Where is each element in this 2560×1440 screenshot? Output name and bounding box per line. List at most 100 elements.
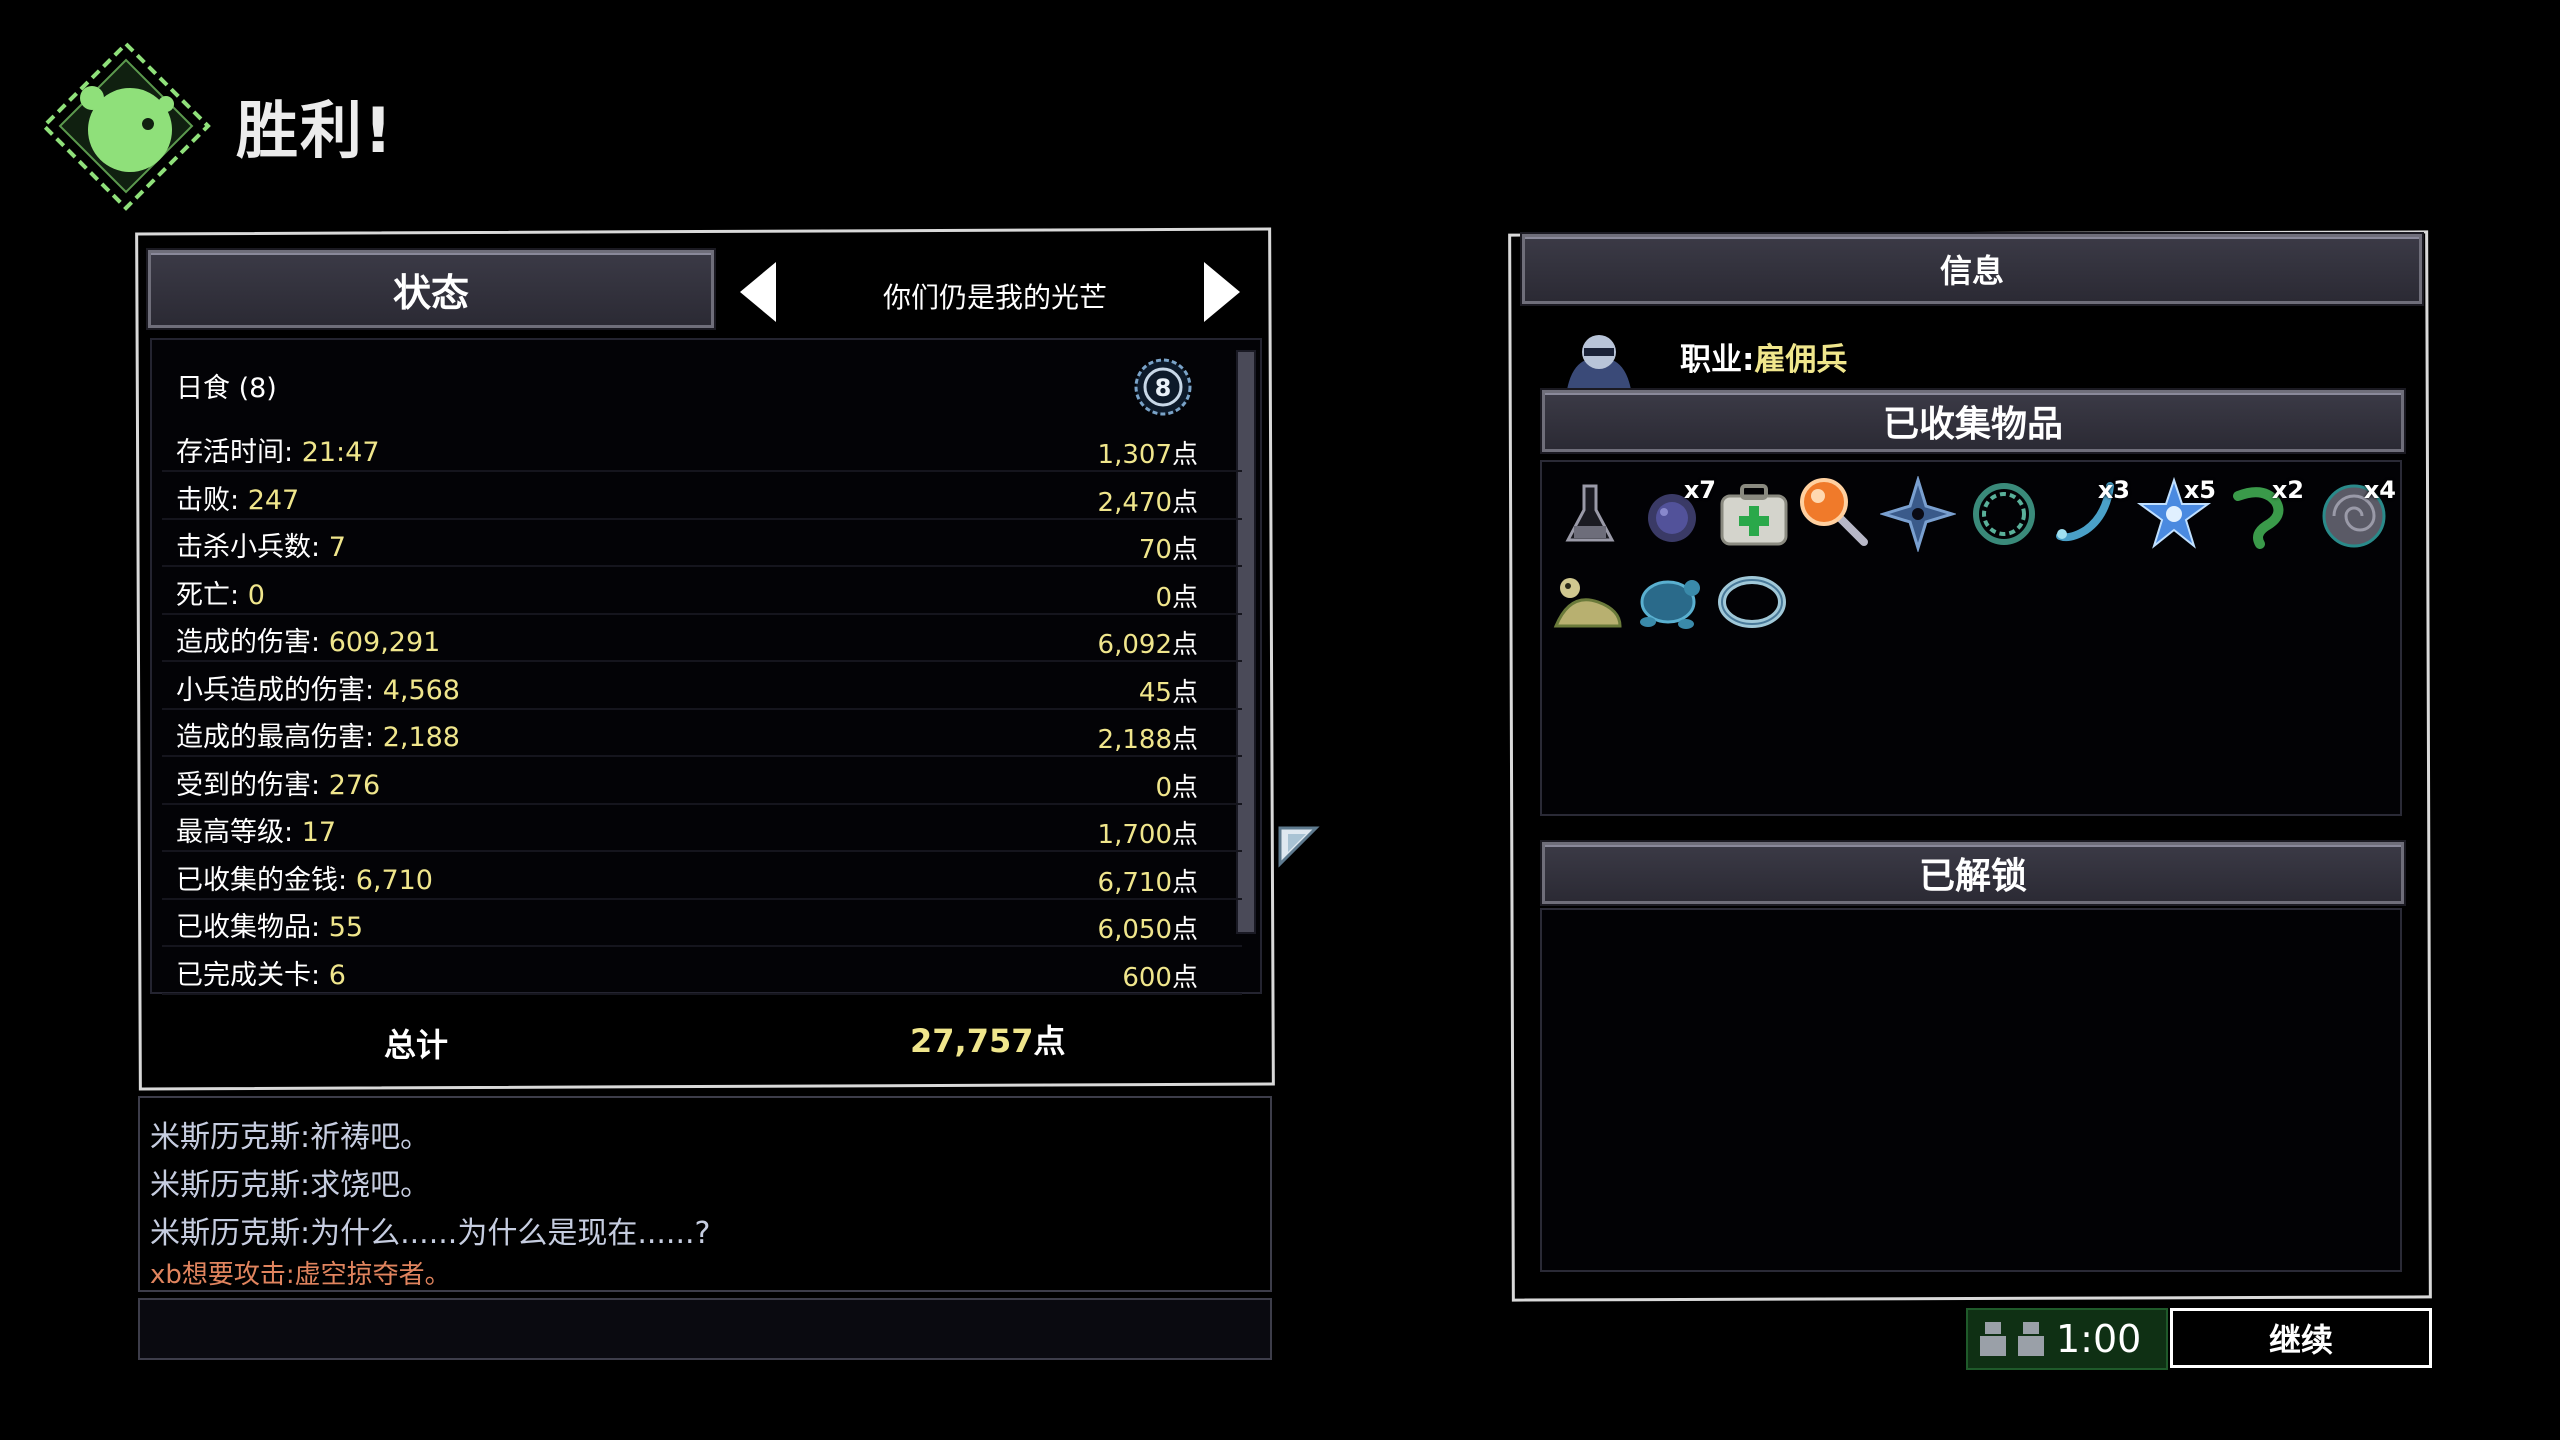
chat-message: 米斯历克斯:为什么......为什么是现在......? — [150, 1216, 711, 1251]
class-value: 雇佣兵 — [1754, 342, 1848, 378]
stat-label-text: 击杀小兵数: — [176, 532, 329, 563]
unlocked-grid — [1540, 908, 2402, 1272]
stat-value: 6 — [328, 959, 346, 991]
stat-points: 6,710点 — [1098, 862, 1198, 899]
stat-label: 已完成关卡: 6 — [176, 953, 346, 992]
stat-label-text: 受到的伤害: — [176, 769, 329, 801]
stat-label-text: 死亡: — [176, 579, 248, 611]
stat-points: 6,050点 — [1098, 909, 1198, 946]
stat-label: 击败: 247 — [176, 478, 299, 517]
cursor-icon — [1278, 826, 1320, 868]
stat-row: 击杀小兵数: 7 70点 — [162, 519, 1242, 567]
stat-label: 造成的伤害: 609,291 — [176, 620, 440, 659]
stat-value: 276 — [328, 769, 381, 801]
item-count: x2 — [2271, 476, 2304, 504]
stat-points: 1,307点 — [1098, 434, 1198, 471]
victory-logo-icon — [41, 41, 211, 211]
hook-item[interactable]: x3 — [2050, 476, 2130, 552]
stat-label-text: 造成的伤害: — [176, 627, 329, 658]
shell-item[interactable]: x4 — [2316, 476, 2396, 552]
items-title: 已收集物品 — [1542, 390, 2404, 452]
stat-row: 小兵造成的伤害: 4,568 45点 — [162, 662, 1242, 710]
stat-points-unit: 点 — [1171, 962, 1198, 993]
item-count: x7 — [1683, 476, 1716, 504]
tab-stats[interactable]: 状态 — [148, 250, 714, 328]
medkit-icon[interactable] — [1716, 476, 1792, 552]
stat-row: 造成的最高伤害: 2,188 2,188点 — [162, 709, 1242, 757]
stat-points-value: 0 — [1155, 582, 1172, 613]
stat-points-unit: 点 — [1171, 677, 1198, 708]
chat-message: 米斯历克斯:求饶吧。 — [150, 1168, 431, 1203]
stat-points-value: 45 — [1138, 677, 1172, 708]
tab-info[interactable]: 信息 — [1522, 234, 2422, 304]
stat-label-text: 已完成关卡: — [176, 959, 329, 991]
turtle-icon[interactable] — [1630, 562, 1706, 638]
stat-points-value: 70 — [1138, 535, 1172, 565]
stat-label-text: 最高等级: — [176, 817, 302, 848]
stat-row: 存活时间: 21:47 1,307点 — [162, 424, 1242, 472]
stat-points-value: 2,188 — [1097, 725, 1172, 755]
stat-label: 死亡: 0 — [176, 573, 265, 612]
stat-label-text: 存活时间: — [176, 437, 302, 468]
chat-system-message: xb想要攻击:虚空掠夺者。 — [150, 1260, 451, 1290]
stat-label-text: 造成的最高伤害: — [176, 722, 383, 753]
svg-text:8: 8 — [1155, 374, 1172, 402]
stat-label: 击杀小兵数: 7 — [176, 525, 346, 564]
stat-label: 最高等级: 17 — [176, 810, 336, 849]
ring-icon[interactable] — [1714, 564, 1790, 640]
coil-icon[interactable] — [1966, 476, 2042, 552]
stat-points-unit: 点 — [1171, 487, 1198, 518]
item-count: x4 — [2363, 476, 2396, 504]
stat-value: 21:47 — [301, 437, 380, 468]
stat-label-text: 已收集的金钱: — [176, 864, 356, 896]
stat-label: 已收集的金钱: 6,710 — [176, 858, 433, 897]
stat-points-unit: 点 — [1171, 772, 1198, 803]
stat-points: 2,470点 — [1098, 482, 1198, 519]
stat-points: 0点 — [1155, 577, 1198, 614]
victory-title: 胜利! — [236, 94, 395, 167]
mercenary-portrait-icon — [1566, 335, 1632, 396]
stat-points: 1,700点 — [1098, 814, 1198, 851]
magnifier-icon[interactable] — [1796, 474, 1872, 550]
stat-points-unit: 点 — [1171, 535, 1198, 565]
continue-button[interactable]: 继续 — [2170, 1308, 2432, 1368]
stat-points-unit: 点 — [1171, 915, 1198, 945]
stat-points: 2,188点 — [1098, 719, 1198, 756]
vote-timer: 1:00 — [1966, 1308, 2168, 1370]
stat-label: 存活时间: 21:47 — [176, 430, 380, 469]
class-label: 职业: — [1680, 342, 1755, 378]
stat-value: 609,291 — [328, 627, 441, 658]
stat-points-value: 0 — [1155, 772, 1172, 803]
stat-points-value: 6,092 — [1097, 630, 1172, 660]
stat-points-unit: 点 — [1171, 630, 1198, 660]
star-item[interactable]: x5 — [2136, 476, 2216, 552]
tentacle-item[interactable]: x2 — [2224, 476, 2304, 552]
stat-value: 0 — [247, 579, 265, 611]
stat-label: 已收集物品: 55 — [176, 905, 363, 944]
flask-icon[interactable] — [1552, 476, 1628, 552]
item-count: x3 — [2097, 476, 2130, 504]
stat-row: 死亡: 0 0点 — [162, 567, 1242, 615]
stat-points-value: 6,710 — [1097, 867, 1172, 898]
stat-label-text: 小兵造成的伤害: — [176, 674, 383, 706]
stat-row: 已完成关卡: 6 600点 — [162, 947, 1242, 995]
item-count: x5 — [2183, 476, 2216, 504]
next-arrow-icon[interactable] — [1204, 262, 1240, 322]
stat-value: 7 — [328, 532, 346, 563]
prev-arrow-icon[interactable] — [740, 262, 776, 322]
chat-message: 米斯历克斯:祈祷吧。 — [150, 1120, 431, 1155]
total-label: 总计 — [384, 1026, 449, 1064]
stat-points-unit: 点 — [1171, 820, 1198, 850]
difficulty-label: 日食 (8) — [176, 373, 277, 404]
urchin-item[interactable]: x7 — [1636, 476, 1716, 552]
stat-label: 受到的伤害: 276 — [176, 763, 380, 802]
chat-input[interactable] — [138, 1298, 1272, 1360]
stat-row: 受到的伤害: 276 0点 — [162, 757, 1242, 805]
stat-points-value: 2,470 — [1097, 487, 1172, 518]
slug-icon[interactable] — [1550, 562, 1626, 638]
shuriken-icon[interactable] — [1880, 476, 1956, 552]
stat-points-unit: 点 — [1171, 582, 1198, 613]
stat-points-value: 1,700 — [1097, 820, 1172, 850]
stat-label: 造成的最高伤害: 2,188 — [176, 715, 460, 754]
difficulty-eclipse-icon: 8 — [1134, 358, 1192, 416]
